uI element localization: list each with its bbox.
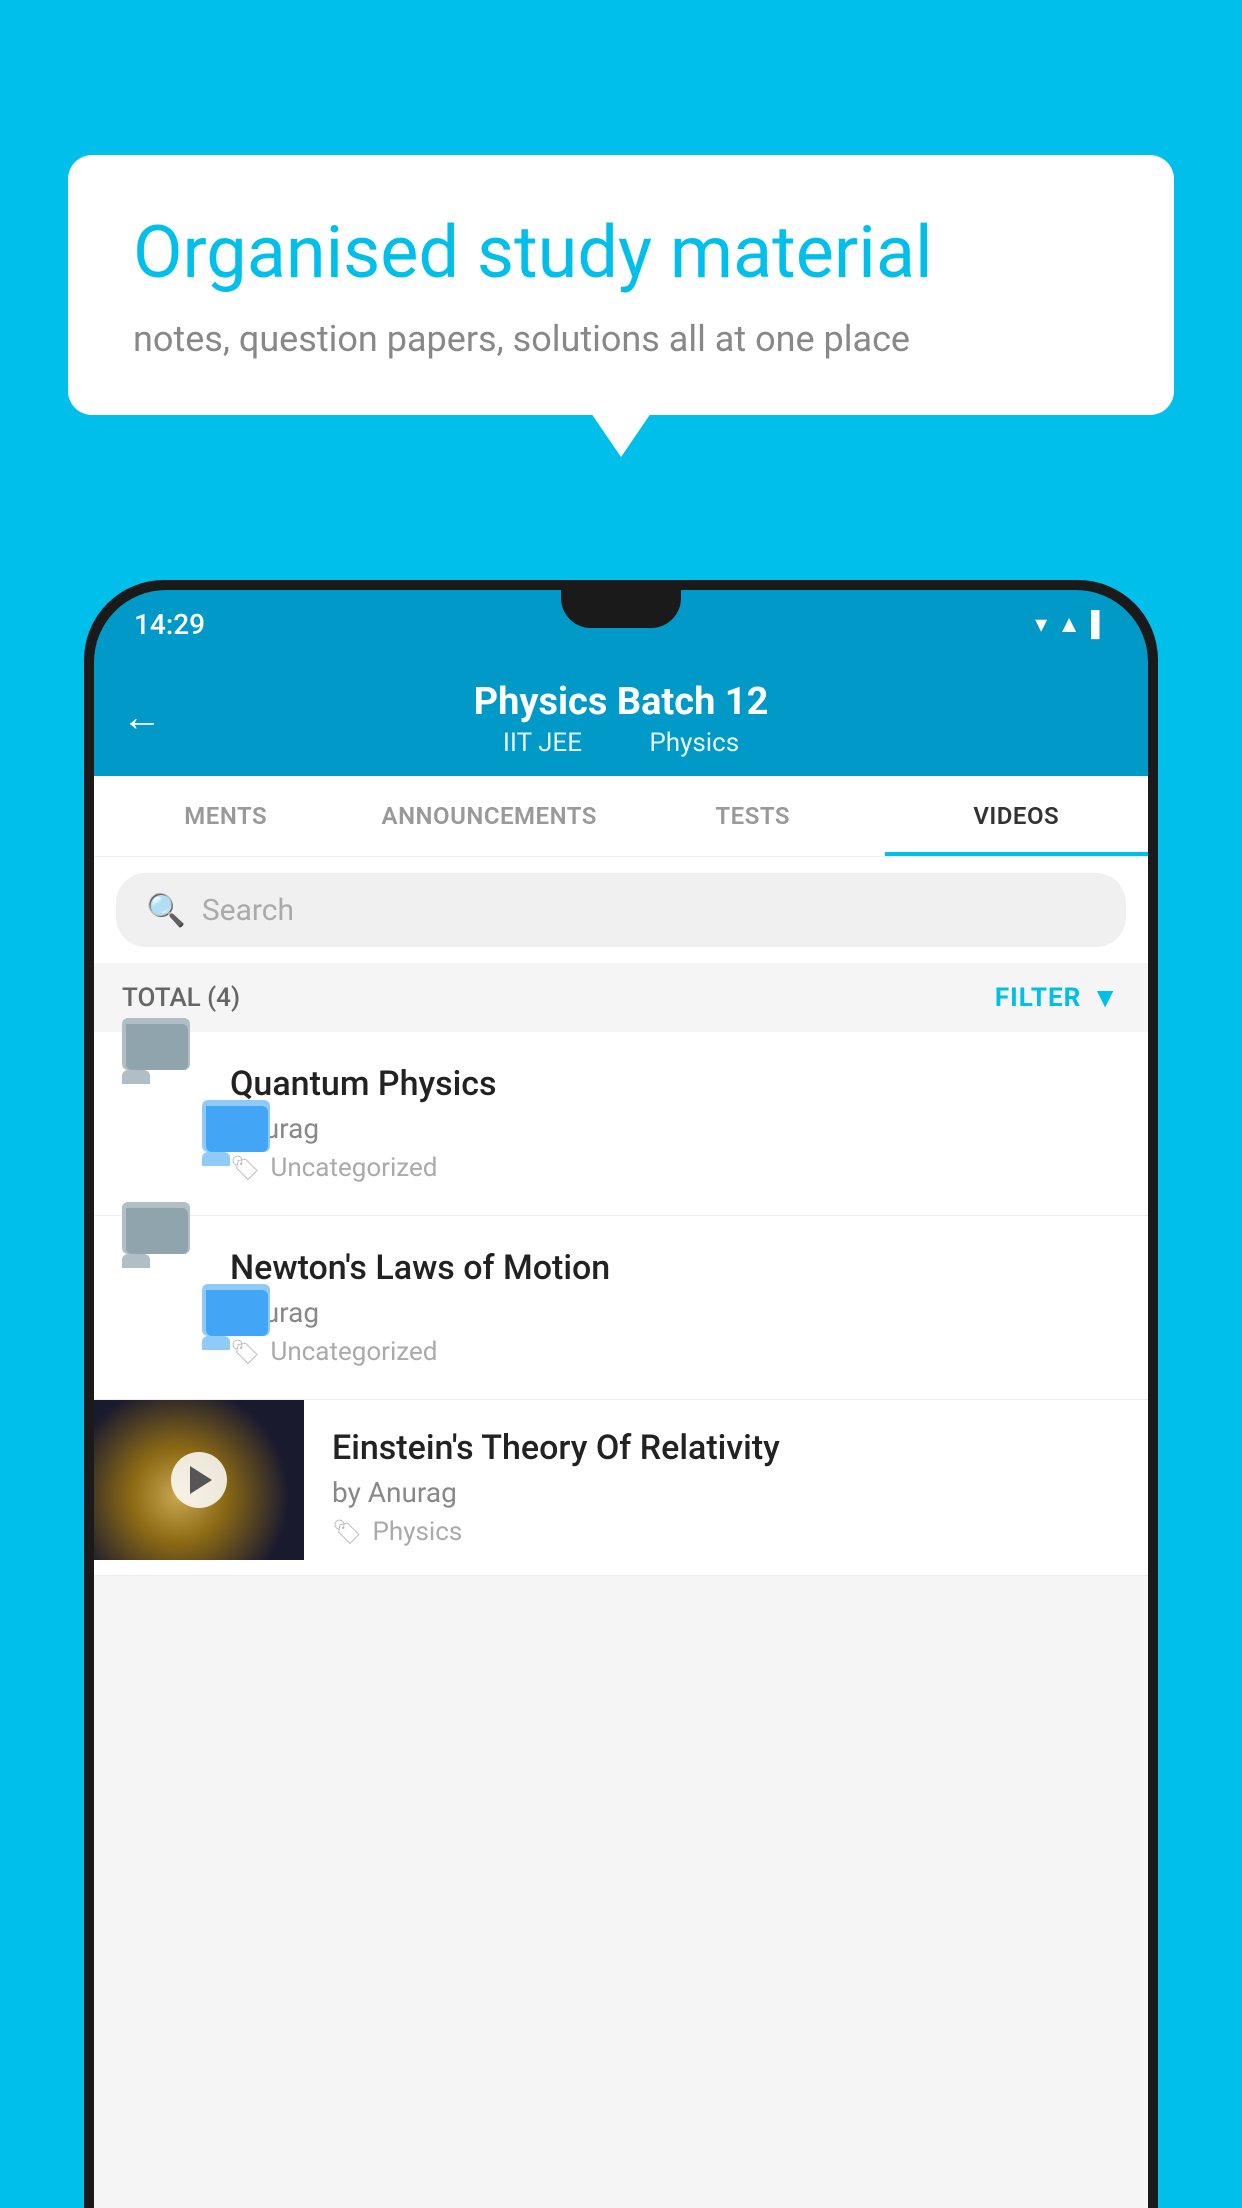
item-title: Einstein's Theory Of Relativity: [332, 1428, 1120, 1468]
tab-ments[interactable]: MENTS: [94, 776, 358, 856]
play-icon: [190, 1466, 212, 1494]
list-item[interactable]: Einstein's Theory Of Relativity by Anura…: [94, 1400, 1148, 1576]
play-button[interactable]: [171, 1452, 227, 1508]
item-title: Quantum Physics: [230, 1064, 1120, 1104]
app-header: ← Physics Batch 12 IIT JEE Physics: [94, 658, 1148, 776]
item-tag: 🏷 Uncategorized: [230, 1337, 1120, 1367]
status-time: 14:29: [134, 608, 205, 641]
folder-icon: [122, 1070, 202, 1152]
speech-bubble: Organised study material notes, question…: [68, 155, 1174, 415]
header-subtitle-left: IIT JEE: [503, 728, 582, 758]
list-item[interactable]: Quantum Physics Anurag 🏷 Uncategorized: [94, 1032, 1148, 1216]
bubble-subtitle: notes, question papers, solutions all at…: [133, 318, 1109, 360]
item-details: Einstein's Theory Of Relativity by Anura…: [304, 1400, 1148, 1575]
filter-label: FILTER: [995, 983, 1081, 1013]
header-subtitle: IIT JEE Physics: [124, 728, 1118, 758]
wifi-icon: ▾: [1035, 610, 1047, 638]
header-subtitle-separator: [612, 728, 625, 758]
header-title: Physics Batch 12: [124, 680, 1118, 724]
item-details: Quantum Physics Anurag 🏷 Uncategorized: [230, 1064, 1120, 1183]
phone-inner: 14:29 ▾ ▲ ▌ ← Physics Batch 12 IIT JEE P…: [94, 590, 1148, 2208]
item-tag: 🏷 Physics: [332, 1517, 1120, 1547]
tag-icon: 🏷: [230, 1154, 260, 1182]
tabs-bar: MENTS ANNOUNCEMENTS TESTS VIDEOS: [94, 776, 1148, 857]
tag-icon: 🏷: [332, 1518, 362, 1546]
screen-content: 🔍 Search TOTAL (4) FILTER ▼: [94, 857, 1148, 2208]
item-tag: 🏷 Uncategorized: [230, 1153, 1120, 1183]
filter-button[interactable]: FILTER ▼: [995, 981, 1120, 1014]
status-icons: ▾ ▲ ▌: [1035, 610, 1108, 639]
search-input-field[interactable]: 🔍 Search: [116, 873, 1126, 947]
tab-tests[interactable]: TESTS: [621, 776, 885, 856]
filter-row: TOTAL (4) FILTER ▼: [94, 963, 1148, 1032]
item-details: Newton's Laws of Motion Anurag 🏷 Uncateg…: [230, 1248, 1120, 1367]
tag-label: Uncategorized: [270, 1337, 437, 1367]
folder-icon: [122, 1254, 202, 1336]
item-author: Anurag: [230, 1296, 1120, 1329]
notch: [561, 590, 681, 628]
video-list: Quantum Physics Anurag 🏷 Uncategorized: [94, 1032, 1148, 1576]
item-title: Newton's Laws of Motion: [230, 1248, 1120, 1288]
search-bar-wrapper: 🔍 Search: [94, 857, 1148, 963]
phone-frame: 14:29 ▾ ▲ ▌ ← Physics Batch 12 IIT JEE P…: [84, 580, 1158, 2208]
signal-icon: ▲: [1057, 610, 1081, 639]
filter-icon: ▼: [1091, 981, 1120, 1014]
tag-icon: 🏷: [230, 1338, 260, 1366]
status-bar: 14:29 ▾ ▲ ▌: [94, 590, 1148, 658]
battery-icon: ▌: [1091, 610, 1108, 639]
speech-bubble-container: Organised study material notes, question…: [68, 155, 1174, 415]
back-button[interactable]: ←: [122, 694, 162, 741]
search-icon: 🔍: [146, 891, 186, 929]
item-author: Anurag: [230, 1112, 1120, 1145]
tab-videos[interactable]: VIDEOS: [885, 776, 1149, 856]
search-placeholder-text: Search: [202, 893, 294, 928]
tag-label: Uncategorized: [270, 1153, 437, 1183]
bubble-title: Organised study material: [133, 210, 1109, 296]
total-count: TOTAL (4): [122, 983, 240, 1013]
list-item[interactable]: Newton's Laws of Motion Anurag 🏷 Uncateg…: [94, 1216, 1148, 1400]
video-thumbnail: [94, 1400, 304, 1560]
tag-label: Physics: [372, 1517, 462, 1547]
item-author: by Anurag: [332, 1476, 1120, 1509]
tab-announcements[interactable]: ANNOUNCEMENTS: [358, 776, 622, 856]
header-subtitle-right: Physics: [649, 728, 739, 758]
